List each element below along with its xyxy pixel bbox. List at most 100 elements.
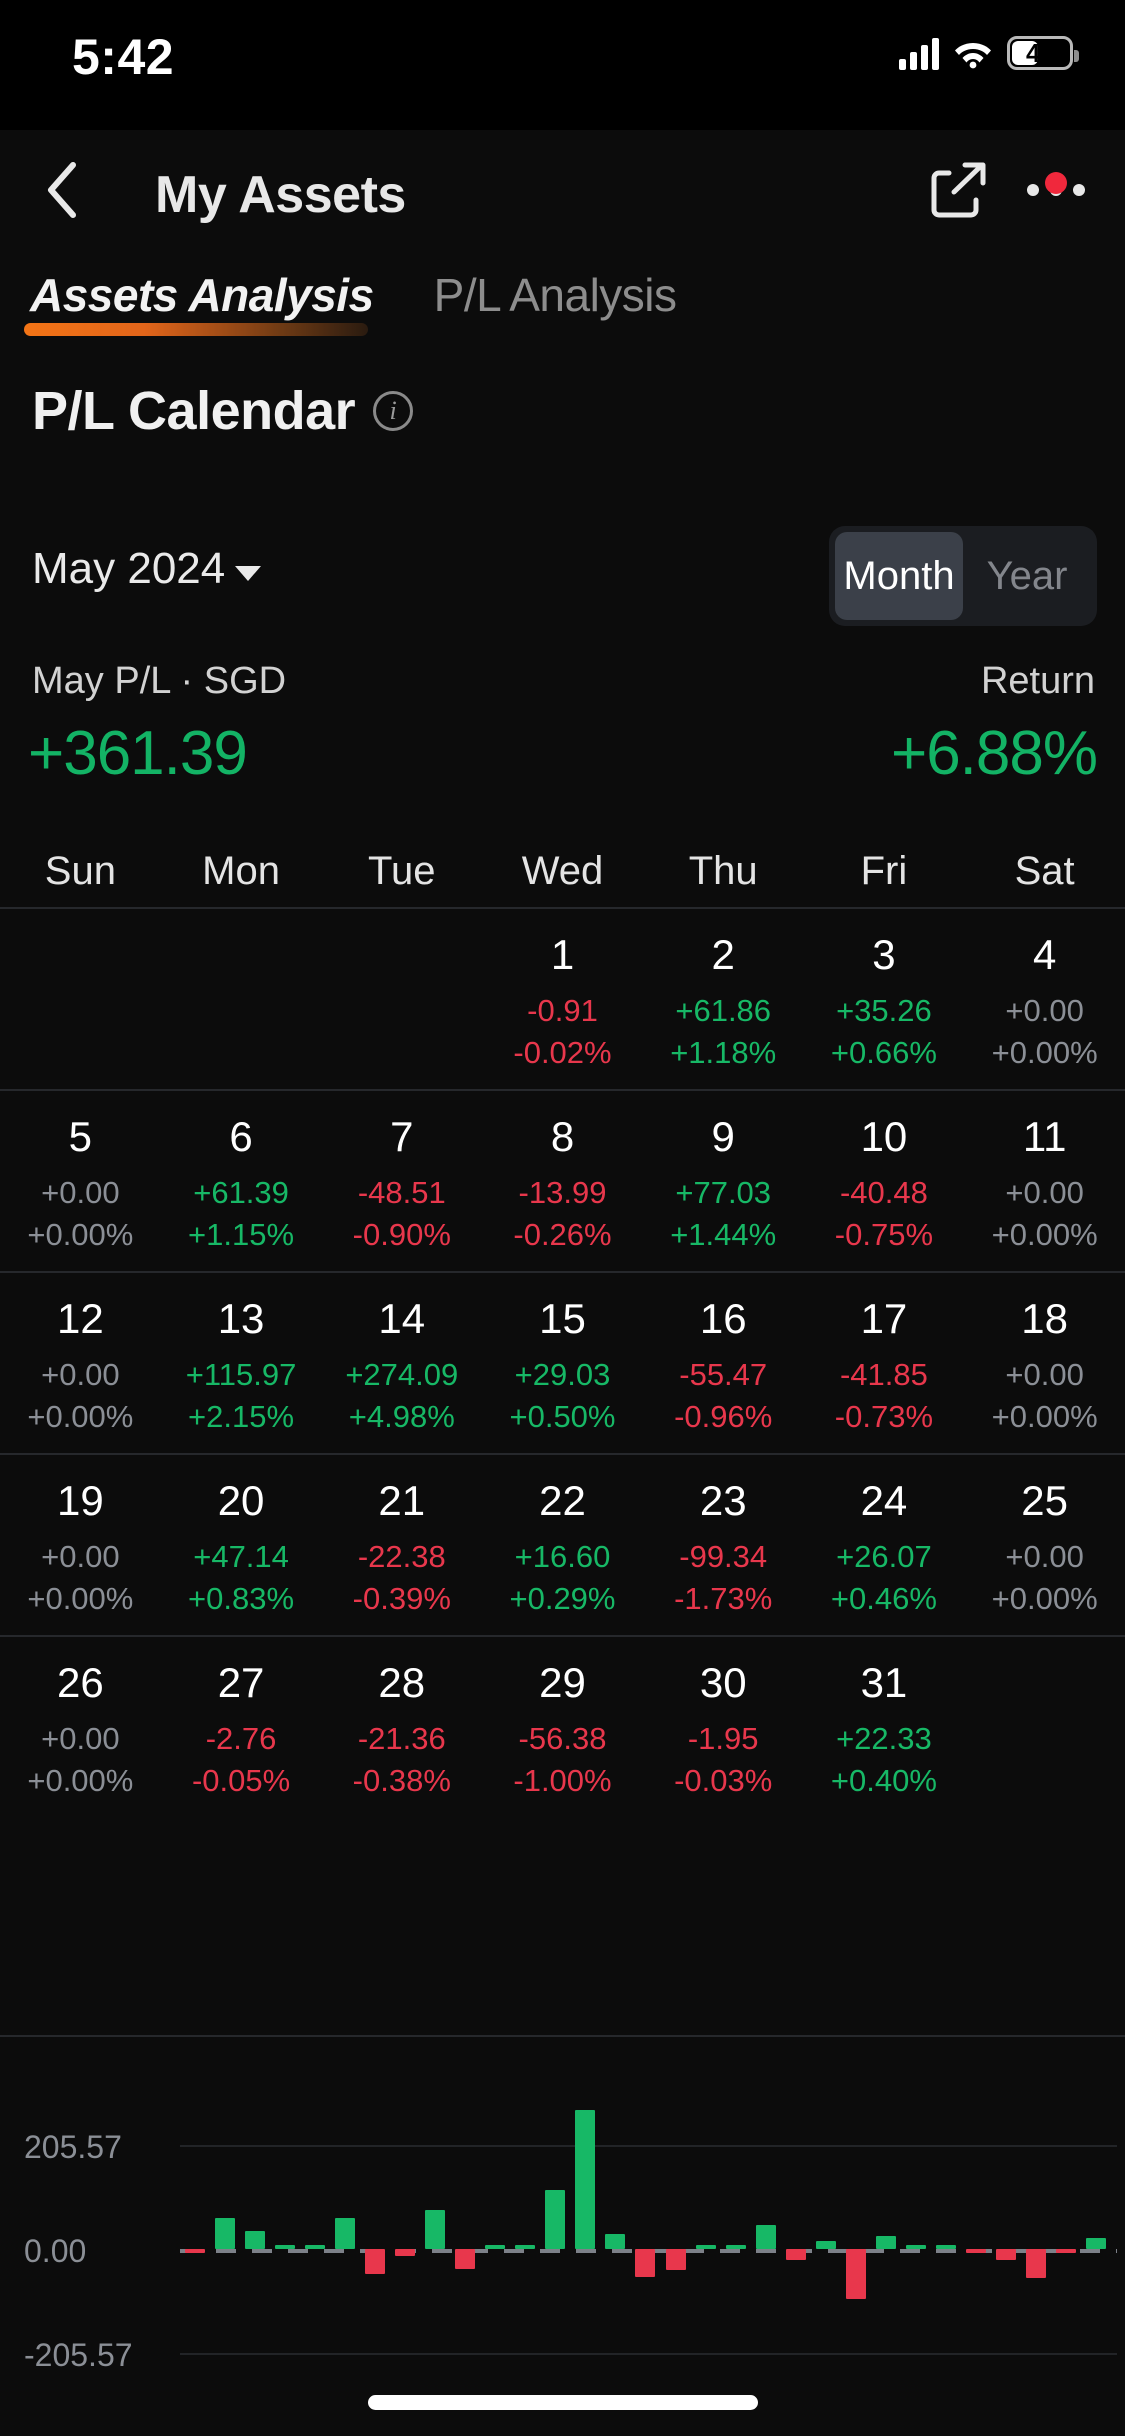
chart-bar-day-26	[935, 2245, 956, 2249]
calendar-cell-day-28[interactable]: 28 -21.36 -0.38%	[321, 1659, 482, 1799]
chart-bar-slot	[661, 2037, 691, 2436]
chart-bar-day-20	[755, 2225, 776, 2249]
calendar-day-amount: +0.00	[41, 1721, 120, 1756]
calendar-day-percent: +0.00%	[27, 1217, 134, 1252]
calendar-cell-day-1[interactable]: 1 -0.91 -0.02%	[482, 931, 643, 1071]
calendar-cell-day-30[interactable]: 30 -1.95 -0.03%	[643, 1659, 804, 1799]
calendar-day-amount: -55.47	[679, 1357, 768, 1392]
chart-bar-day-13	[545, 2190, 566, 2249]
calendar-day-number: 2	[711, 931, 735, 978]
back-button[interactable]	[24, 152, 100, 228]
tab-assets-analysis[interactable]: Assets Analysis	[24, 268, 374, 336]
month-selector[interactable]: May 2024	[32, 544, 262, 594]
calendar-cell-day-11[interactable]: 11 +0.00 +0.00%	[964, 1113, 1125, 1253]
chart-bar-day-28	[995, 2249, 1016, 2260]
share-button[interactable]	[923, 154, 995, 226]
pl-value: +361.39	[28, 719, 248, 788]
calendar-cell-day-25[interactable]: 25 +0.00 +0.00%	[964, 1477, 1125, 1617]
chart-bar-day-17	[665, 2249, 686, 2271]
calendar-cell-day-19[interactable]: 19 +0.00 +0.00%	[0, 1477, 161, 1617]
calendar-cell-day-29[interactable]: 29 -56.38 -1.00%	[482, 1659, 643, 1799]
chart-bar-slot	[811, 2037, 841, 2436]
calendar-day-amount: +0.00	[1005, 1539, 1084, 1574]
calendar-day-amount: +61.86	[675, 993, 772, 1028]
chart-ytick-mid: 0.00	[24, 2233, 87, 2269]
chart-bar-day-24	[875, 2235, 896, 2249]
calendar-cell-day-23[interactable]: 23 -99.34 -1.73%	[643, 1477, 804, 1617]
chart-bar-day-19	[725, 2245, 746, 2249]
month-selector-value: May 2024	[32, 544, 226, 593]
calendar-day-percent: -1.73%	[674, 1581, 773, 1616]
calendar-cell-day-27[interactable]: 27 -2.76 -0.05%	[161, 1659, 322, 1799]
calendar-cell-day-6[interactable]: 6 +61.39 +1.15%	[161, 1113, 322, 1253]
chart-bar-day-27	[965, 2249, 986, 2253]
calendar-cell-day-4[interactable]: 4 +0.00 +0.00%	[964, 931, 1125, 1071]
calendar-day-percent: -0.96%	[674, 1399, 773, 1434]
tab-pl-analysis[interactable]: P/L Analysis	[434, 268, 677, 322]
calendar-cell-day-21[interactable]: 21 -22.38 -0.39%	[321, 1477, 482, 1617]
calendar-week-row: 12 +0.00 +0.00% 13 +115.97 +2.15% 14 +274.09 +4.…	[0, 1271, 1125, 1453]
calendar-cell-day-16[interactable]: 16 -55.47 -0.96%	[643, 1295, 804, 1435]
calendar-day-amount: -1.95	[687, 1721, 759, 1756]
calendar-cell-day-26[interactable]: 26 +0.00 +0.00%	[0, 1659, 161, 1799]
calendar-day-amount: -0.91	[527, 993, 598, 1028]
calendar-day-percent: +4.98%	[348, 1399, 455, 1434]
calendar-cell-day-17[interactable]: 17 -41.85 -0.73%	[804, 1295, 965, 1435]
calendar-weekday-header: Sun Mon Tue Wed Thu Fri Sat	[0, 835, 1125, 907]
chart-bar-slot	[1021, 2037, 1051, 2436]
calendar-cell-day-2[interactable]: 2 +61.86 +1.18%	[643, 931, 804, 1071]
calendar-day-amount: -40.48	[839, 1175, 928, 1210]
chart-bar-slot	[1081, 2037, 1111, 2436]
chart-bar-slot	[180, 2037, 210, 2436]
calendar-cell-day-20[interactable]: 20 +47.14 +0.83%	[161, 1477, 322, 1617]
more-options-button[interactable]	[1015, 154, 1097, 226]
calendar-day-amount: +0.00	[1005, 993, 1084, 1028]
calendar-cell-day-5[interactable]: 5 +0.00 +0.00%	[0, 1113, 161, 1253]
calendar-cell-day-18[interactable]: 18 +0.00 +0.00%	[964, 1295, 1125, 1435]
info-circle-icon[interactable]: i	[373, 391, 414, 431]
calendar-cell-day-12[interactable]: 12 +0.00 +0.00%	[0, 1295, 161, 1435]
calendar-cell-day-8[interactable]: 8 -13.99 -0.26%	[482, 1113, 643, 1253]
calendar-day-percent: -0.73%	[834, 1399, 934, 1434]
calendar-day-percent: -0.38%	[352, 1763, 451, 1798]
calendar-day-number: 22	[539, 1477, 586, 1524]
calendar-cell-day-24[interactable]: 24 +26.07 +0.46%	[804, 1477, 965, 1617]
calendar-day-amount: -21.36	[357, 1721, 446, 1756]
period-toggle-month[interactable]: Month	[835, 532, 963, 620]
calendar-day-number: 8	[550, 1113, 575, 1160]
tab-bar: Assets Analysis P/L Analysis	[0, 268, 1125, 338]
calendar-cell-day-14[interactable]: 14 +274.09 +4.98%	[321, 1295, 482, 1435]
chart-bar-slot	[1051, 2037, 1081, 2436]
pl-bar-chart: 205.57 0.00 -205.57	[0, 2035, 1125, 2373]
calendar-cell-day-7[interactable]: 7 -48.51 -0.90%	[321, 1113, 482, 1253]
chart-bar-slot	[480, 2037, 510, 2436]
calendar-cell-day-22[interactable]: 22 +16.60 +0.29%	[482, 1477, 643, 1617]
chart-bar-slot	[931, 2037, 961, 2436]
calendar-day-number: 13	[217, 1295, 265, 1342]
page-title: My Assets	[155, 166, 406, 224]
chart-bar-slot	[270, 2037, 300, 2436]
summary-values: +361.39 +6.88%	[0, 718, 1125, 808]
chart-ytick-top: 205.57	[24, 2129, 122, 2165]
calendar-cell-day-13[interactable]: 13 +115.97 +2.15%	[161, 1295, 322, 1435]
calendar-cell-day-3[interactable]: 3 +35.26 +0.66%	[804, 931, 965, 1071]
calendar-week-row: 26 +0.00 +0.00% 27 -2.76 -0.05% 28 -21.36 -0.38%…	[0, 1635, 1125, 1817]
calendar-cell-empty	[161, 931, 322, 1071]
calendar-day-percent: +0.00%	[991, 1399, 1098, 1434]
calendar-day-amount: +0.00	[1005, 1175, 1084, 1210]
chart-bar-day-22	[815, 2240, 836, 2249]
calendar-day-percent: -1.00%	[513, 1763, 612, 1798]
calendar-week-row: 5 +0.00 +0.00% 6 +61.39 +1.15% 7 -48.51 -0.90% 8 -…	[0, 1089, 1125, 1271]
pl-calendar: Sun Mon Tue Wed Thu Fri Sat 1 -0.91 -0.02% 2 +61.8…	[0, 835, 1125, 1817]
calendar-day-number: 11	[1022, 1113, 1067, 1160]
navigation-bar: My Assets	[0, 130, 1125, 250]
period-toggle-year[interactable]: Year	[963, 532, 1091, 620]
calendar-cell-empty	[964, 1659, 1125, 1799]
calendar-cell-day-31[interactable]: 31 +22.33 +0.40%	[804, 1659, 965, 1799]
pl-label: May P/L · SGD	[32, 660, 287, 702]
calendar-cell-day-10[interactable]: 10 -40.48 -0.75%	[804, 1113, 965, 1253]
calendar-day-number: 1	[550, 931, 575, 978]
calendar-cell-day-9[interactable]: 9 +77.03 +1.44%	[643, 1113, 804, 1253]
calendar-cell-day-15[interactable]: 15 +29.03 +0.50%	[482, 1295, 643, 1435]
calendar-day-number: 9	[711, 1113, 735, 1160]
